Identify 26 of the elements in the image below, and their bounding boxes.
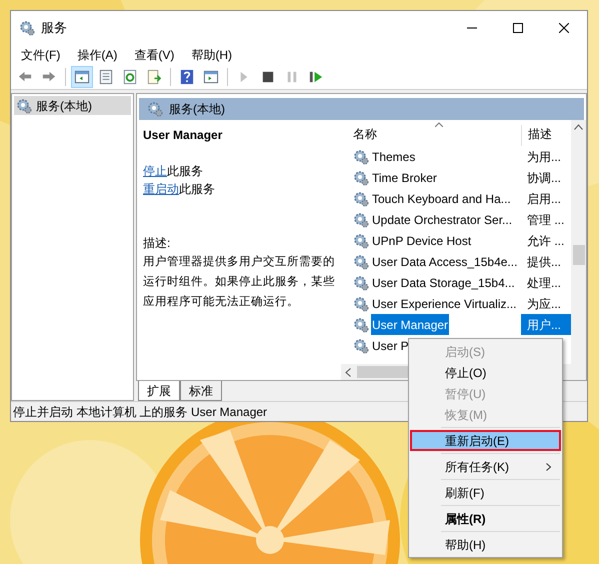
service-name: UPnP Device Host xyxy=(371,232,472,250)
service-name: Time Broker xyxy=(371,170,438,186)
service-title: User Manager xyxy=(143,127,224,144)
service-name: Themes xyxy=(371,148,416,166)
link-suffix: 此服务 xyxy=(179,181,215,198)
service-description: 协调... xyxy=(526,170,562,186)
pane-title: 服务(本地) xyxy=(169,101,225,118)
service-name: User Experience Virtualiz... xyxy=(371,296,518,312)
service-name: Touch Keyboard and Ha... xyxy=(371,190,512,208)
service-description: 提供... xyxy=(526,254,562,270)
description-label: 描述: xyxy=(143,235,172,252)
service-description: 处理... xyxy=(526,274,562,292)
service-name: User Data Access_15b4e... xyxy=(371,254,518,270)
description-text: 用户管理器提供多用户交互所需要的运行时组件。如果停止此服务，某些应用程序可能无法正确运行。 xyxy=(143,254,336,310)
service-description: 管理 ... xyxy=(526,212,566,228)
service-name: User Data Storage_15b4... xyxy=(371,274,516,292)
link-suffix: 此服务 xyxy=(167,163,203,180)
window-title: 服务 xyxy=(41,19,67,38)
service-description: 为应... xyxy=(526,296,562,312)
service-name: User Manager xyxy=(371,314,450,335)
service-description: 为用... xyxy=(526,148,562,166)
service-description: 启用... xyxy=(526,190,562,208)
service-name: User P xyxy=(371,338,410,354)
service-description: 用户... xyxy=(521,314,571,335)
service-name: Update Orchestrator Ser... xyxy=(371,212,514,228)
service-description: 允许 ... xyxy=(526,232,566,250)
